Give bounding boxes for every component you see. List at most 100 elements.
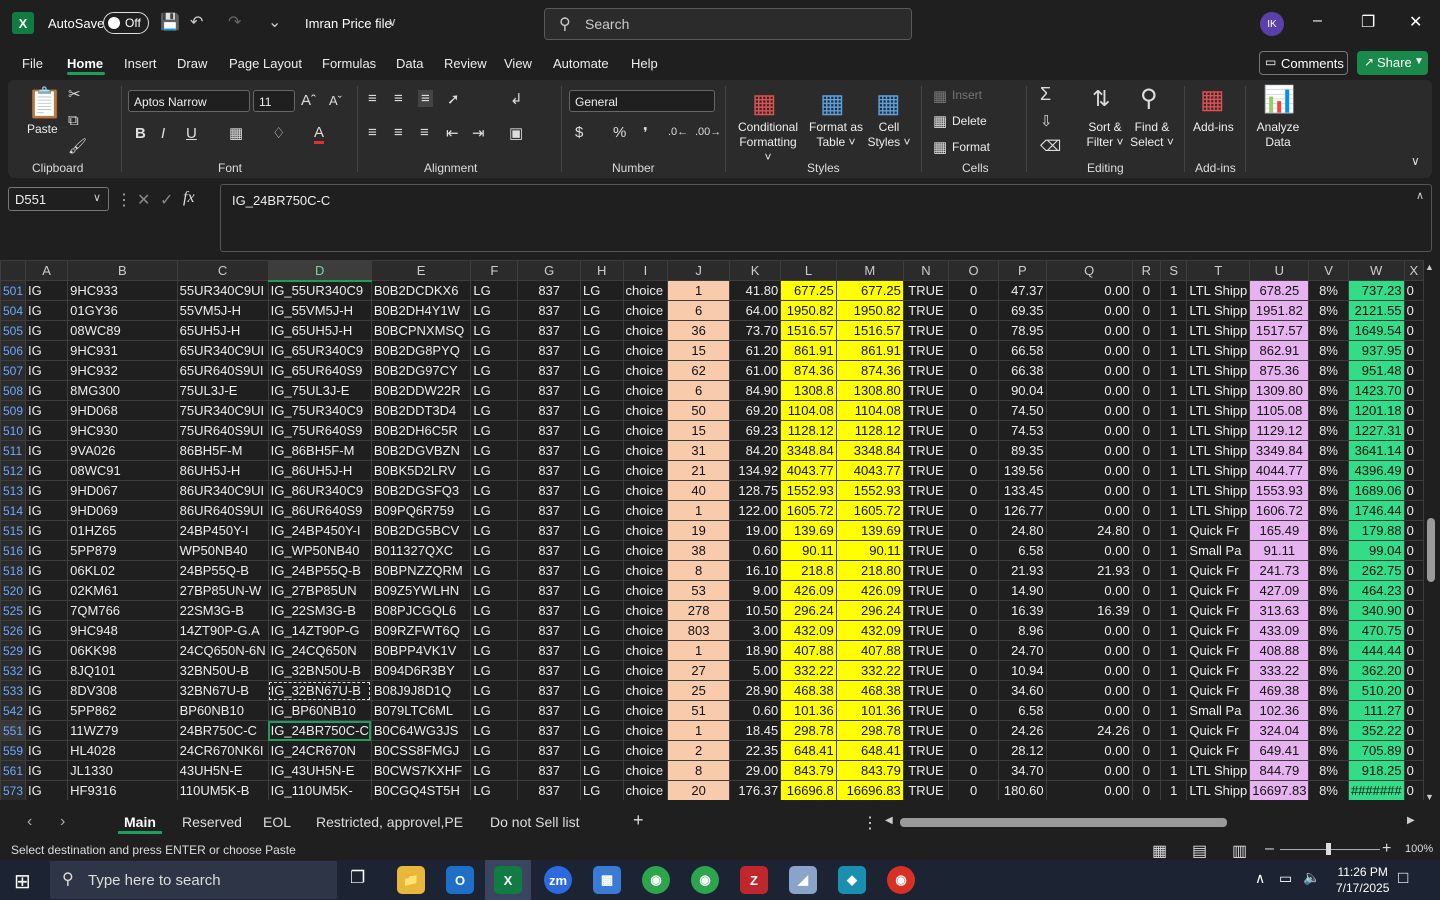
analyze-data-button[interactable]: Analyze Data (1255, 120, 1301, 150)
row-header[interactable]: 515 (0, 520, 27, 541)
grid-cell[interactable]: TRUE (902, 400, 950, 421)
grid-cell[interactable]: 0 (948, 580, 999, 601)
grid-cell[interactable]: 8% (1308, 300, 1349, 321)
grid-cell[interactable]: 0.00 (1045, 360, 1133, 381)
grid-cell[interactable]: TRUE (902, 640, 950, 661)
grid-cell[interactable]: 0.00 (1045, 740, 1133, 761)
comma-style-icon[interactable]: ❜ (643, 124, 648, 142)
grid-cell[interactable]: 0 (1403, 760, 1424, 781)
grid-cell[interactable]: LG (470, 600, 519, 621)
grid-cell[interactable]: 0 (948, 460, 999, 481)
grid-cell[interactable]: 20 (667, 780, 730, 800)
grid-cell[interactable]: 110UM5K-B (176, 780, 269, 800)
grid-cell[interactable]: 27BP85UN-W (176, 580, 269, 601)
grid-cell[interactable]: 8% (1308, 500, 1349, 521)
grid-cell[interactable]: 74.50 (997, 400, 1047, 421)
grid-cell[interactable]: LG (470, 520, 519, 541)
grid-cell[interactable]: 08WC91 (67, 460, 178, 481)
grid-cell[interactable]: 1 (1159, 500, 1188, 521)
grid-cell[interactable]: IG_75UR340C9 (267, 400, 372, 421)
grid-cell[interactable]: 18.45 (728, 720, 782, 741)
grid-cell[interactable]: ####### (1347, 780, 1405, 800)
page-layout-view-icon[interactable]: ▤ (1192, 841, 1207, 861)
grid-cell[interactable]: LG (579, 460, 624, 481)
grid-cell[interactable]: 0 (948, 380, 999, 401)
grid-cell[interactable]: 31 (667, 440, 730, 461)
grid-cell[interactable]: LG (579, 720, 624, 741)
grid-cell[interactable]: 837 (517, 700, 581, 721)
grid-cell[interactable]: 0 (1403, 540, 1424, 561)
menu-review[interactable]: Review (444, 56, 487, 71)
row-header[interactable]: 526 (0, 620, 27, 641)
grid-cell[interactable]: 74.53 (997, 420, 1047, 441)
grid-cell[interactable]: 0 (1131, 320, 1161, 341)
grid-cell[interactable]: 122.00 (728, 500, 782, 521)
grid-cell[interactable]: 1 (1159, 660, 1188, 681)
grid-cell[interactable]: LG (579, 580, 624, 601)
chrome-profile-icon[interactable]: ◉ (691, 866, 719, 894)
grid-cell[interactable]: 1 (1159, 680, 1188, 701)
grid-cell[interactable]: LG (579, 280, 624, 301)
grid-cell[interactable]: 0 (948, 560, 999, 581)
grid-cell[interactable]: 06KK98 (67, 640, 178, 661)
grid-cell[interactable]: 837 (517, 500, 581, 521)
menu-home[interactable]: Home (67, 56, 103, 71)
grid-cell[interactable]: 65UR640S9UI (176, 360, 269, 381)
add-sheet-icon[interactable]: + (633, 810, 644, 831)
grid-cell[interactable]: IG (25, 560, 69, 581)
underline-icon[interactable]: U (186, 125, 197, 142)
grid-cell[interactable]: 19 (667, 520, 730, 541)
chrome-alt-icon[interactable]: ◉ (887, 866, 915, 894)
column-header[interactable]: R (1131, 260, 1161, 281)
grid-cell[interactable]: 4396.49 (1347, 460, 1405, 481)
grid-cell[interactable]: LG (470, 420, 519, 441)
grid-cell[interactable]: 0.00 (1045, 760, 1133, 781)
share-chevron-icon[interactable]: ▼ (1414, 56, 1424, 67)
column-header[interactable]: H (579, 260, 624, 281)
grid-cell[interactable]: 1309.80 (1249, 380, 1310, 401)
column-header[interactable]: A (25, 260, 69, 281)
grid-cell[interactable]: 1516.57 (835, 320, 904, 341)
grid-cell[interactable]: 837 (517, 760, 581, 781)
grid-cell[interactable]: 432.09 (780, 620, 837, 641)
grid-cell[interactable]: 332.22 (835, 660, 904, 681)
grid-cell[interactable]: 352.22 (1347, 720, 1405, 741)
grid-cell[interactable]: B0B2DDW22R (370, 380, 472, 401)
grid-cell[interactable]: LG (579, 520, 624, 541)
grid-cell[interactable]: 9HC931 (67, 340, 178, 361)
autosave-toggle[interactable]: Off (103, 12, 149, 34)
grid-cell[interactable]: 1605.72 (835, 500, 904, 521)
grid-cell[interactable]: 86UR640S9UI (176, 500, 269, 521)
grid-cell[interactable]: 1 (667, 500, 730, 521)
grid-cell[interactable]: LG (470, 560, 519, 581)
grid-cell[interactable]: 1 (1159, 700, 1188, 721)
grid-cell[interactable]: choice (622, 600, 669, 621)
grid-cell[interactable]: 332.22 (780, 660, 837, 681)
grid-cell[interactable]: 464.23 (1347, 580, 1405, 601)
wrap-text-icon[interactable]: ↲ (510, 90, 523, 108)
grid-cell[interactable]: 69.35 (997, 300, 1047, 321)
grid-cell[interactable]: 837 (517, 660, 581, 681)
grid-cell[interactable]: 24BP450Y-I (176, 520, 269, 541)
decrease-indent-icon[interactable]: ⇤ (446, 124, 459, 142)
grid-cell[interactable]: 0 (948, 700, 999, 721)
grid-cell[interactable]: 0 (1403, 600, 1424, 621)
grid-cell[interactable]: LG (579, 360, 624, 381)
grid-cell[interactable]: 0.00 (1045, 700, 1133, 721)
grid-cell[interactable]: 837 (517, 600, 581, 621)
grid-cell[interactable]: 432.09 (835, 620, 904, 641)
grid-cell[interactable]: LG (579, 340, 624, 361)
grid-cell[interactable]: LG (470, 660, 519, 681)
format-as-table-icon[interactable]: ▦ (820, 88, 845, 119)
grid-cell[interactable]: 3641.14 (1347, 440, 1405, 461)
grid-cell[interactable]: 837 (517, 360, 581, 381)
grid-cell[interactable]: 32BN50U-B (176, 660, 269, 681)
name-box-chevron-icon[interactable]: ∨ (93, 191, 101, 204)
grid-cell[interactable]: 75UR640S9UI (176, 420, 269, 441)
grid-cell[interactable]: 89.35 (997, 440, 1047, 461)
grid-cell[interactable]: 861.91 (835, 340, 904, 361)
grid-cell[interactable]: B0B2DG97CY (370, 360, 472, 381)
grid-cell[interactable]: choice (622, 380, 669, 401)
grid-cell[interactable]: 8% (1308, 620, 1349, 641)
row-header[interactable]: 512 (0, 460, 27, 481)
